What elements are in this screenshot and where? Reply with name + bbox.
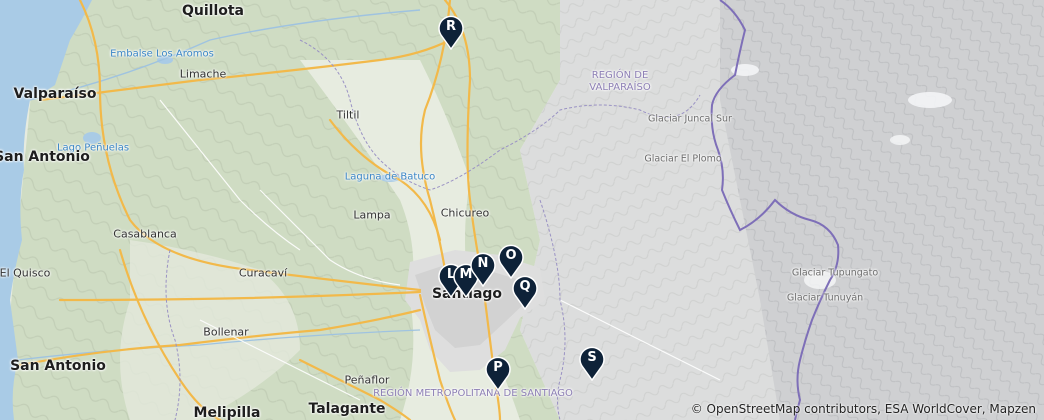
place-label-san-antonio: San Antonio: [10, 358, 106, 374]
place-label-curacavi: Curacaví: [238, 266, 288, 280]
place-label-tiltil: Tiltil: [336, 108, 360, 122]
place-label-talagante: Talagante: [308, 401, 386, 417]
place-label-chicureo: Chicureo: [440, 206, 490, 220]
map-basemap: [0, 0, 1044, 420]
place-label-lampa: Lampa: [353, 208, 391, 222]
place-label-limache: Limache: [179, 67, 227, 81]
region-label-metropolitana: REGIÓN METROPOLITANA DE SANTIAGO: [373, 388, 573, 399]
place-label-melipilla: Melipilla: [193, 405, 261, 420]
place-label-casablanca: Casablanca: [113, 227, 177, 241]
water-label-laguna-de-batuco: Laguna de Batuco: [344, 171, 436, 183]
map-marker-s[interactable]: S: [578, 345, 606, 381]
place-label-bollenar: Bollenar: [203, 325, 249, 339]
map-marker-n[interactable]: N: [469, 251, 497, 287]
glacier-label-tupungato: Glaciar Tupungato: [791, 267, 879, 279]
map-marker-q[interactable]: Q: [511, 274, 539, 310]
place-label-quillota: Quillota: [181, 3, 245, 19]
place-label-valparaiso: Valparaíso: [13, 86, 97, 102]
marker-letter: O: [505, 248, 517, 263]
glacier-label-juncal-sur: Glaciar Juncal Sur: [648, 113, 732, 125]
region-label-valparaiso-line2: VALPARAÍSO: [589, 82, 651, 93]
map-canvas[interactable]: Quillota Valparaíso Embalse Los Aromos L…: [0, 0, 1044, 420]
marker-letter: N: [477, 256, 489, 271]
marker-letter: S: [587, 350, 597, 365]
marker-letter: Q: [519, 279, 531, 294]
glacier-label-el-plomo: Glaciar El Plomo: [644, 153, 722, 165]
place-label-el-quisco: El Quisco: [0, 266, 51, 280]
map-attribution[interactable]: © OpenStreetMap contributors, ESA WorldC…: [691, 402, 1036, 416]
region-label-valparaiso-line1: REGIÓN DE: [591, 70, 649, 81]
marker-letter: P: [493, 360, 503, 375]
map-marker-r[interactable]: R: [437, 14, 465, 50]
map-marker-p[interactable]: P: [484, 355, 512, 391]
place-label-penaflor: Peñaflor: [344, 373, 390, 387]
glacier-label-tunuyan: Glaciar Tunuyán: [786, 292, 864, 304]
water-label-embalse-los-aromos: Embalse Los Aromos: [110, 48, 214, 60]
place-label-san-antonio-north: San Antonio: [0, 149, 90, 165]
marker-letter: R: [445, 19, 456, 34]
